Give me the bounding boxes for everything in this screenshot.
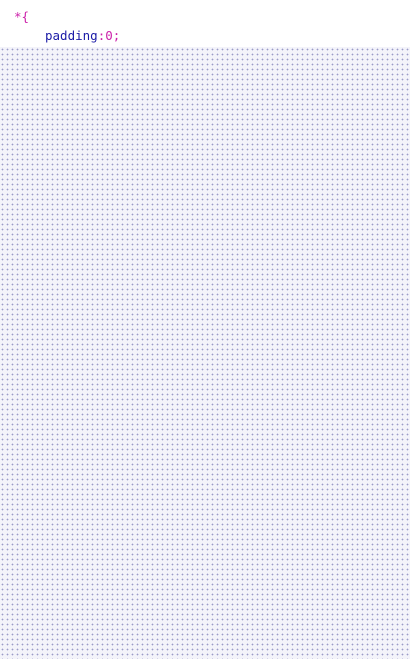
dotted-overlay (0, 47, 410, 659)
css-selector: * (14, 9, 22, 24)
open-brace: { (21, 9, 30, 24)
page: *{ padding:0; marg (0, 0, 410, 659)
code-line-2: padding:0; (45, 26, 120, 45)
code-line-1: *{ (14, 7, 29, 26)
css-value: 0 (105, 28, 113, 43)
css-property-padding: padding (45, 28, 98, 43)
semicolon: ; (112, 28, 121, 43)
